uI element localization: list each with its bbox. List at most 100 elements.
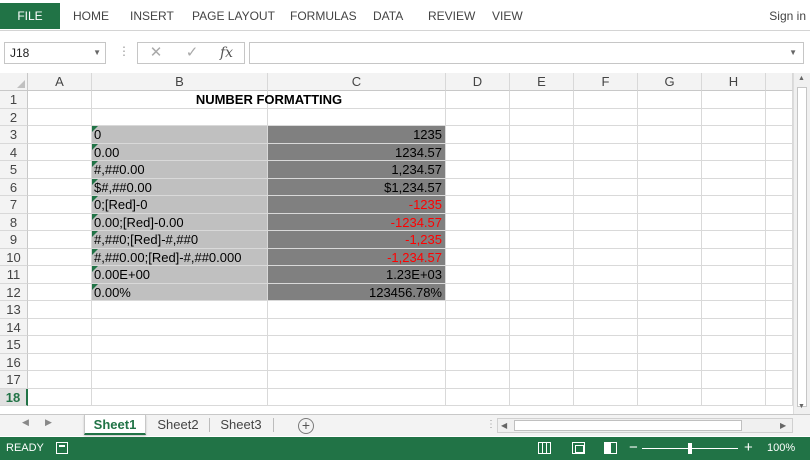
- cell[interactable]: [446, 143, 510, 161]
- row-header-10[interactable]: 10: [0, 248, 28, 266]
- row-header-3[interactable]: 3: [0, 126, 28, 144]
- cell[interactable]: [638, 266, 702, 284]
- cell[interactable]: [446, 126, 510, 144]
- cell[interactable]: [28, 371, 92, 389]
- col-header-g[interactable]: G: [638, 73, 702, 91]
- tab-review[interactable]: REVIEW: [428, 3, 475, 29]
- file-tab[interactable]: FILE: [0, 3, 60, 29]
- cell[interactable]: [574, 283, 638, 301]
- cell[interactable]: [446, 108, 510, 126]
- cell[interactable]: [510, 213, 574, 231]
- cell[interactable]: [92, 108, 268, 126]
- cell[interactable]: [702, 353, 766, 371]
- tab-home[interactable]: HOME: [73, 3, 109, 29]
- col-header-h[interactable]: H: [702, 73, 766, 91]
- cell[interactable]: [28, 91, 92, 109]
- cell[interactable]: [574, 301, 638, 319]
- cell[interactable]: [574, 108, 638, 126]
- cell[interactable]: [702, 108, 766, 126]
- cell[interactable]: [28, 248, 92, 266]
- row-header-5[interactable]: 5: [0, 161, 28, 179]
- cell[interactable]: [92, 371, 268, 389]
- cell[interactable]: [766, 318, 793, 336]
- cell[interactable]: [702, 91, 766, 109]
- col-header-f[interactable]: F: [574, 73, 638, 91]
- cell[interactable]: [702, 196, 766, 214]
- cell[interactable]: [766, 126, 793, 144]
- col-header-a[interactable]: A: [28, 73, 92, 91]
- formula-input[interactable]: ▼: [249, 42, 804, 64]
- cell[interactable]: [638, 353, 702, 371]
- cell[interactable]: [92, 388, 268, 406]
- cell[interactable]: [702, 161, 766, 179]
- row-header-7[interactable]: 7: [0, 196, 28, 214]
- cell[interactable]: [638, 283, 702, 301]
- cell[interactable]: [92, 301, 268, 319]
- col-header-e[interactable]: E: [510, 73, 574, 91]
- col-header-i[interactable]: [766, 73, 793, 91]
- row-header-4[interactable]: 4: [0, 143, 28, 161]
- cell[interactable]: [574, 143, 638, 161]
- tab-insert[interactable]: INSERT: [130, 3, 174, 29]
- cell[interactable]: [92, 353, 268, 371]
- cell[interactable]: [28, 126, 92, 144]
- cell[interactable]: [92, 336, 268, 354]
- cell[interactable]: -1235: [268, 196, 446, 214]
- cell[interactable]: [28, 266, 92, 284]
- cell[interactable]: [766, 371, 793, 389]
- sheet-tab-sheet2[interactable]: Sheet2: [148, 415, 208, 435]
- cell[interactable]: [510, 91, 574, 109]
- cell[interactable]: [446, 91, 510, 109]
- cell[interactable]: [574, 126, 638, 144]
- cell[interactable]: [638, 318, 702, 336]
- vertical-scroll-thumb[interactable]: [797, 87, 807, 407]
- cell[interactable]: [28, 301, 92, 319]
- cell[interactable]: [446, 318, 510, 336]
- cell[interactable]: [446, 336, 510, 354]
- cell[interactable]: [28, 353, 92, 371]
- normal-view-icon[interactable]: [538, 442, 551, 454]
- cell[interactable]: #,##0;[Red]-#,##0: [92, 231, 268, 249]
- scroll-right-icon[interactable]: ▶: [780, 419, 786, 432]
- cell[interactable]: [446, 283, 510, 301]
- cell[interactable]: [446, 388, 510, 406]
- cell[interactable]: [446, 231, 510, 249]
- horizontal-scrollbar[interactable]: ◀ ▶: [497, 418, 793, 433]
- name-box[interactable]: J18 ▼: [4, 42, 106, 64]
- cell[interactable]: [638, 108, 702, 126]
- cell[interactable]: [574, 161, 638, 179]
- cell[interactable]: 0: [92, 126, 268, 144]
- cell[interactable]: [638, 196, 702, 214]
- cell[interactable]: [510, 336, 574, 354]
- row-header-2[interactable]: 2: [0, 108, 28, 126]
- select-all-corner[interactable]: [0, 73, 28, 91]
- cell[interactable]: [702, 266, 766, 284]
- sign-in-link[interactable]: Sign in: [769, 3, 806, 29]
- scroll-down-icon[interactable]: ▼: [798, 403, 805, 410]
- cell[interactable]: [446, 248, 510, 266]
- cell[interactable]: [28, 161, 92, 179]
- sheet-tab-sheet3[interactable]: Sheet3: [211, 415, 271, 435]
- cell[interactable]: [446, 213, 510, 231]
- cell[interactable]: [92, 318, 268, 336]
- cell[interactable]: [638, 336, 702, 354]
- cell[interactable]: 0;[Red]-0: [92, 196, 268, 214]
- cell[interactable]: [702, 301, 766, 319]
- cell[interactable]: [638, 371, 702, 389]
- cell[interactable]: [268, 371, 446, 389]
- row-header-13[interactable]: 13: [0, 301, 28, 319]
- row-header-15[interactable]: 15: [0, 336, 28, 354]
- sheet-tab-sheet1[interactable]: Sheet1: [84, 415, 146, 435]
- cell[interactable]: [268, 318, 446, 336]
- cell[interactable]: [510, 318, 574, 336]
- cell[interactable]: [446, 161, 510, 179]
- cell[interactable]: [510, 371, 574, 389]
- cell[interactable]: [510, 231, 574, 249]
- row-header-18[interactable]: 18: [0, 388, 28, 406]
- horizontal-scroll-thumb[interactable]: [514, 420, 742, 431]
- cell[interactable]: [574, 371, 638, 389]
- cell[interactable]: [574, 213, 638, 231]
- cell[interactable]: [766, 196, 793, 214]
- row-header-9[interactable]: 9: [0, 231, 28, 249]
- enter-check-icon[interactable]: ✓: [180, 43, 204, 63]
